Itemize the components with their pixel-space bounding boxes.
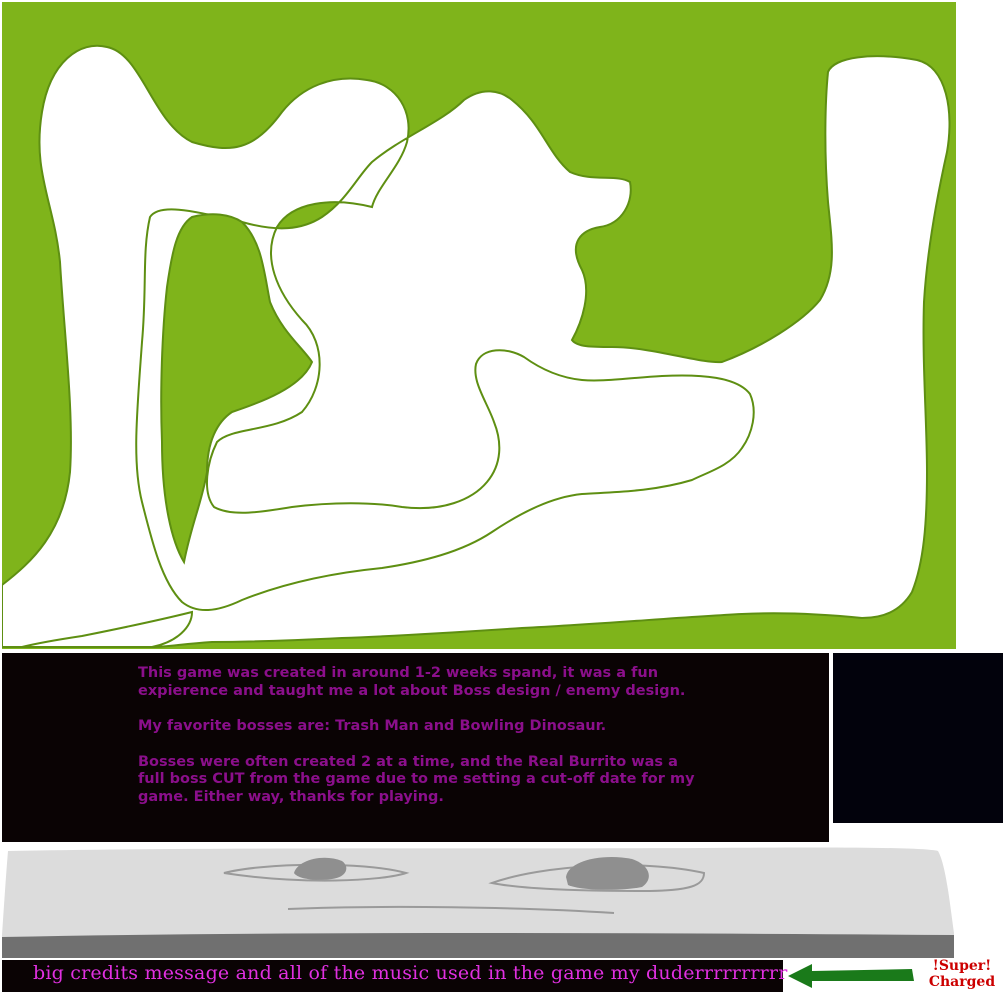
message-paragraph-2: My favorite bosses are: Trash Man and Bo… [138, 718, 607, 734]
super-charged-badge: !Super! Charged [922, 958, 1002, 994]
developer-message: This game was created in around 1-2 week… [138, 665, 698, 824]
sleepy-face-sprite [2, 847, 954, 958]
level-maze-map [2, 2, 956, 649]
left-arrow-icon [788, 964, 914, 988]
dark-side-panel [833, 653, 1003, 823]
developer-message-panel: This game was created in around 1-2 week… [2, 653, 829, 842]
face-shadow [2, 933, 954, 958]
badge-line-1: !Super! [932, 958, 992, 974]
credits-message: big credits message and all of the music… [33, 962, 788, 984]
credits-bar: big credits message and all of the music… [2, 960, 787, 992]
message-paragraph-3: Bosses were often created 2 at a time, a… [138, 753, 695, 805]
badge-line-2: Charged [928, 974, 996, 990]
message-paragraph-1: This game was created in around 1-2 week… [138, 665, 686, 699]
